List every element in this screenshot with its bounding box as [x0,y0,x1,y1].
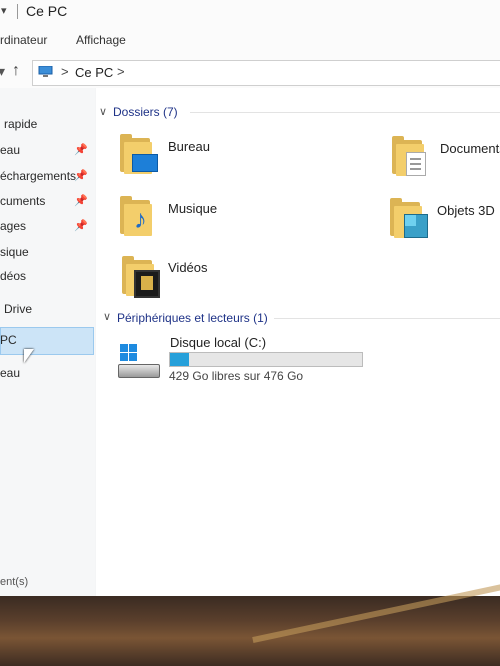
windows-drive-icon[interactable] [118,344,162,380]
mouse-cursor-icon [24,349,34,363]
drive-free-space: 429 Go libres sur 476 Go [169,369,304,383]
drive-usage-fill [170,353,189,366]
ribbon: rdinateur Affichage [0,24,500,59]
sidebar-item-onedrive[interactable]: Drive [4,302,32,316]
title-separator [17,4,18,19]
group-divider [190,112,500,113]
status-bar-text: ent(s) [0,576,29,588]
folder-label-musique[interactable]: Musique [168,201,217,216]
sidebar-item-ce-pc[interactable]: PC [0,333,17,347]
sidebar-item-bureau[interactable]: eau [0,143,20,157]
folders-group-header[interactable]: Dossiers (7) [113,105,178,119]
folder-label-documents[interactable]: Documents [440,141,500,156]
pin-icon: 📌 [74,220,88,232]
pin-icon: 📌 [74,144,88,156]
sidebar-item-quick-access[interactable]: rapide [4,117,37,131]
tab-ordinateur[interactable]: rdinateur [0,33,47,47]
videos-folder-icon [134,270,160,298]
pin-icon: 📌 [74,195,88,207]
drive-label[interactable]: Disque local (C:) [170,335,266,350]
sidebar-item-images[interactable]: ages [0,219,26,233]
documents-folder-icon [406,152,426,176]
breadcrumb-chevron-icon[interactable]: > [117,64,125,79]
screen: ▾ Ce PC rdinateur Affichage ▾ ↑ > Ce PC … [0,0,500,600]
folder-label-videos[interactable]: Vidéos [168,260,208,275]
folder-item-objets-3d[interactable] [390,198,428,238]
devices-group-header[interactable]: Périphériques et lecteurs (1) [117,311,268,325]
collapse-chevron-icon[interactable]: ∨ [99,105,107,118]
title-bar: ▾ Ce PC [0,0,500,24]
3d-objects-folder-icon [404,214,428,238]
music-folder-icon: ♪ [134,204,147,234]
sidebar-item-telechargements[interactable]: échargements [0,169,76,183]
navigation-pane: rapide eau 📌 échargements 📌 cuments 📌 ag… [0,88,95,600]
sidebar-item-musique[interactable]: sique [0,245,29,259]
address-bar[interactable]: > Ce PC > [32,60,500,86]
desktop-folder-icon [132,154,158,172]
quick-access-arrow-icon[interactable]: ▾ [1,4,7,17]
breadcrumb-chevron-icon[interactable]: > [61,64,69,79]
up-arrow-icon[interactable]: ↑ [12,62,20,80]
folder-item-musique[interactable]: ♪ [120,196,156,236]
sidebar-item-videos[interactable]: déos [0,269,26,283]
sidebar-item-reseau[interactable]: eau [0,366,20,380]
windows-logo-icon [120,344,138,362]
address-row: ▾ ↑ > Ce PC > [0,58,500,88]
file-list: ∨ Dossiers (7) Bureau Documents ♪ Musiqu… [96,88,500,600]
tab-affichage[interactable]: Affichage [76,33,126,47]
computer-icon [38,66,53,77]
group-divider [274,318,500,319]
folder-item-bureau[interactable] [120,134,158,174]
folder-item-documents[interactable] [392,136,428,176]
folder-item-videos[interactable] [122,256,160,298]
collapse-chevron-icon[interactable]: ∨ [103,310,111,323]
window-title: Ce PC [26,3,68,19]
drive-usage-bar [169,352,363,367]
sidebar-item-documents[interactable]: cuments [0,194,45,208]
folder-label-bureau[interactable]: Bureau [168,139,210,154]
recent-locations-icon[interactable]: ▾ [0,63,5,80]
folder-label-objets-3d[interactable]: Objets 3D [437,203,495,218]
breadcrumb-ce-pc[interactable]: Ce PC [75,65,113,80]
pin-icon: 📌 [74,170,88,182]
